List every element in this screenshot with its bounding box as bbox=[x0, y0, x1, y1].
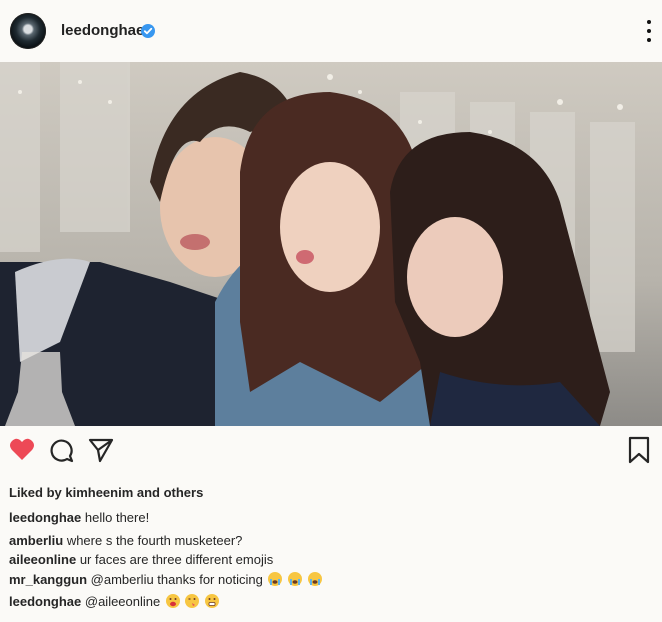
post-image[interactable] bbox=[0, 62, 662, 426]
comment-username[interactable]: leedonghae bbox=[9, 594, 81, 609]
avatar[interactable] bbox=[10, 13, 46, 49]
comment-username[interactable]: amberliu bbox=[9, 533, 63, 548]
comment-text: hello there! bbox=[84, 510, 150, 525]
action-bar bbox=[0, 432, 662, 468]
comment-username[interactable]: mr_kanggun bbox=[9, 572, 87, 587]
comment-text: @amberliu thanks for noticing bbox=[90, 572, 263, 587]
verified-badge-icon bbox=[141, 24, 155, 38]
comment-row: amberliu where s the fourth musketeer? bbox=[9, 533, 242, 548]
post-photo-illustration bbox=[0, 62, 662, 426]
crying-face-emoji-icon bbox=[307, 572, 322, 586]
comment-row: leedonghae @aileeonline bbox=[9, 594, 220, 609]
winking-tongue-face-emoji-icon bbox=[185, 594, 200, 608]
liked-by-text[interactable]: Liked by kimheenim and others bbox=[9, 485, 203, 500]
comment-row: aileeonline ur faces are three different… bbox=[9, 552, 273, 567]
comment-username[interactable]: leedonghae bbox=[9, 510, 81, 525]
share-icon[interactable] bbox=[88, 437, 114, 463]
tongue-face-emoji-icon bbox=[165, 594, 180, 608]
comment-icon[interactable] bbox=[48, 437, 74, 463]
grimacing-face-emoji-icon bbox=[205, 594, 220, 608]
comment-text: ur faces are three different emojis bbox=[79, 552, 274, 567]
comment-text: @aileeonline bbox=[84, 594, 161, 609]
post-header: leedonghae bbox=[0, 0, 662, 62]
comment-row: mr_kanggun @amberliu thanks for noticing bbox=[9, 572, 322, 587]
comment-text: where s the fourth musketeer? bbox=[66, 533, 243, 548]
post-username[interactable]: leedonghae bbox=[61, 22, 144, 39]
bookmark-icon[interactable] bbox=[627, 436, 651, 464]
comment-username[interactable]: aileeonline bbox=[9, 552, 76, 567]
crying-face-emoji-icon bbox=[288, 572, 303, 586]
crying-face-emoji-icon bbox=[268, 572, 283, 586]
heart-icon[interactable] bbox=[9, 437, 35, 461]
comment-row: leedonghae hello there! bbox=[9, 510, 149, 525]
more-options-icon[interactable] bbox=[646, 20, 652, 42]
